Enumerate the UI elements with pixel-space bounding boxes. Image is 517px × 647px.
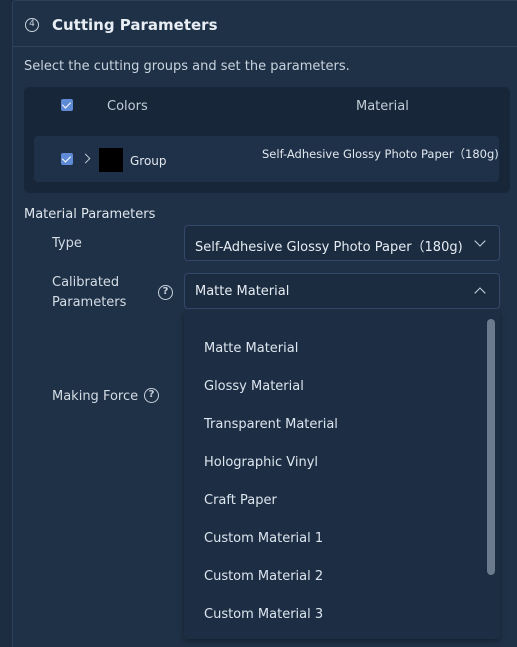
- dropdown-option-glossy-material[interactable]: Glossy Material: [204, 379, 304, 394]
- table-row[interactable]: Group Self-Adhesive Glossy Photo Paper（1…: [34, 136, 499, 182]
- calibrated-parameters-select[interactable]: Matte Material: [184, 273, 500, 309]
- step-number-icon: 4: [25, 18, 39, 32]
- group-label: Group: [130, 154, 167, 168]
- dropdown-option-holographic-vinyl[interactable]: Holographic Vinyl: [204, 455, 318, 470]
- calibrated-parameters-value: Matte Material: [195, 284, 290, 299]
- dropdown-scrollbar[interactable]: [487, 319, 495, 575]
- row-checkbox[interactable]: [61, 153, 73, 165]
- row-material: Self-Adhesive Glossy Photo Paper（180g): [262, 147, 499, 161]
- type-label: Type: [52, 236, 82, 251]
- type-select-value: Self-Adhesive Glossy Photo Paper（180g): [195, 240, 463, 255]
- calibrated-parameters-label-line2: Parameters: [52, 295, 127, 310]
- panel-title: Cutting Parameters: [52, 16, 218, 34]
- dropdown-option-custom-material-3[interactable]: Custom Material 3: [204, 607, 323, 622]
- cutting-groups-table: Colors Material Group Self-Adhesive Glos…: [24, 87, 510, 193]
- panel-header: 4 Cutting Parameters: [13, 1, 517, 47]
- panel-subtitle: Select the cutting groups and set the pa…: [24, 59, 350, 74]
- column-header-colors: Colors: [107, 99, 148, 114]
- cutting-parameters-panel: 4 Cutting Parameters Select the cutting …: [12, 0, 517, 647]
- type-select[interactable]: Self-Adhesive Glossy Photo Paper（180g): [184, 225, 500, 261]
- dropdown-option-transparent-material[interactable]: Transparent Material: [204, 417, 338, 432]
- dropdown-option-craft-paper[interactable]: Craft Paper: [204, 493, 277, 508]
- material-parameters-heading: Material Parameters: [24, 207, 156, 222]
- dropdown-option-matte-material[interactable]: Matte Material: [204, 341, 298, 356]
- chevron-down-icon: [474, 235, 486, 247]
- color-swatch: [99, 148, 123, 172]
- calibrated-parameters-dropdown: Matte Material Glossy Material Transpare…: [184, 311, 500, 639]
- help-icon[interactable]: ?: [158, 285, 173, 300]
- dropdown-option-custom-material-1[interactable]: Custom Material 1: [204, 531, 323, 546]
- dropdown-option-custom-material-2[interactable]: Custom Material 2: [204, 569, 323, 584]
- chevron-right-icon[interactable]: [80, 153, 91, 164]
- chevron-up-icon: [474, 287, 486, 299]
- calibrated-parameters-label-line1: Calibrated: [52, 275, 120, 290]
- help-icon[interactable]: ?: [144, 388, 159, 403]
- column-header-material: Material: [356, 99, 409, 114]
- making-force-label: Making Force: [52, 389, 139, 404]
- select-all-checkbox[interactable]: [61, 99, 73, 111]
